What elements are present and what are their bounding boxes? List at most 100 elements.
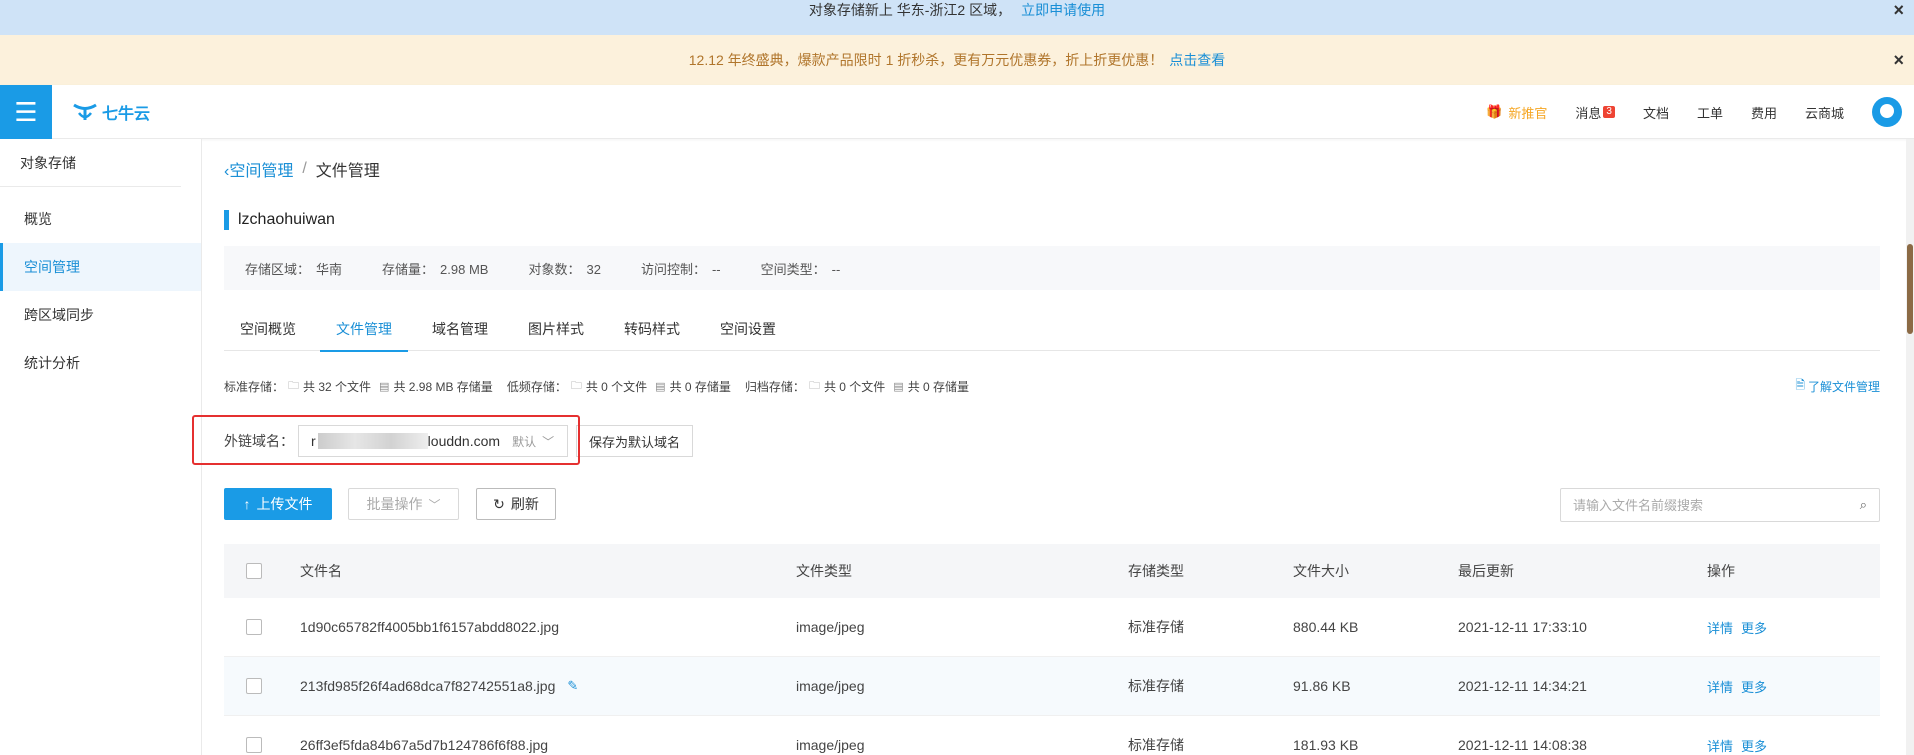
stats-infrequent: 低频存储： 🗀 共 0 个文件 ▤ 共 0 存储量 xyxy=(507,377,731,396)
info-access-control: 访问控制： -- xyxy=(641,259,721,278)
column-header-type: 文件类型 xyxy=(796,563,852,579)
info-value: -- xyxy=(831,261,841,277)
info-region: 存储区域： 华南 xyxy=(245,259,342,278)
sidebar: 对象存储 概览 空间管理 跨区域同步 统计分析 xyxy=(0,139,202,755)
more-link[interactable]: 更多 xyxy=(1741,736,1767,755)
nav-item-messages[interactable]: 消息 3 xyxy=(1575,103,1615,122)
details-link[interactable]: 详情 xyxy=(1707,736,1733,755)
tab-transcode-styles[interactable]: 转码样式 xyxy=(608,307,696,351)
stats-files: 共 32 个文件 xyxy=(303,379,372,394)
nav-item-docs[interactable]: 文档 xyxy=(1643,103,1669,122)
learn-link-label: 了解文件管理 xyxy=(1807,380,1880,394)
learn-file-management-link[interactable]: 🗎 了解文件管理 xyxy=(1795,376,1880,397)
stats-label: 低频存储： xyxy=(506,379,567,394)
search-icon[interactable]: ⌕ xyxy=(1860,497,1867,513)
table-row: 213fd985f26f4ad68dca7f82742551a8.jpg ✎ im… xyxy=(224,657,1880,716)
tab-domain-management[interactable]: 域名管理 xyxy=(416,307,504,351)
upload-label: 上传文件 xyxy=(256,496,313,512)
last-updated: 2021-12-11 17:33:10 xyxy=(1458,619,1587,635)
file-name-text: 213fd985f26f4ad68dca7f82742551a8.jpg xyxy=(300,678,556,694)
row-checkbox[interactable] xyxy=(246,737,262,753)
file-size: 880.44 KB xyxy=(1293,619,1359,635)
nav-item-label: 费用 xyxy=(1750,105,1777,121)
promo-banner: 12.12 年终盛典，爆款产品限时 1 折秒杀，更有万元优惠券，折上折更优惠！ 点… xyxy=(0,35,1914,85)
sidebar-item-cross-region-sync[interactable]: 跨区域同步 xyxy=(0,291,201,339)
file-toolbar: ↑ 上传文件 批量操作 ﹀ ↻ 刷新 ⌕ xyxy=(224,488,1880,522)
last-updated: 2021-12-11 14:08:38 xyxy=(1458,737,1587,753)
breadcrumb-back-label: 空间管理 xyxy=(229,163,294,180)
sidebar-item-bucket-management[interactable]: 空间管理 xyxy=(0,243,201,291)
info-value: 2.98 MB xyxy=(440,261,489,277)
tab-bucket-overview[interactable]: 空间概览 xyxy=(224,307,312,351)
stats-files: 共 0 个文件 xyxy=(585,379,648,394)
nav-item-tickets[interactable]: 工单 xyxy=(1697,103,1723,122)
nav-item-label: 文档 xyxy=(1642,105,1669,121)
breadcrumb-back-link[interactable]: ‹空间管理 xyxy=(224,157,293,181)
nav-item-promoter[interactable]: 🎁 新推官 xyxy=(1486,103,1547,122)
search-box: ⌕ xyxy=(1560,488,1880,522)
avatar[interactable] xyxy=(1872,97,1902,127)
qiniu-logo-icon xyxy=(73,103,97,120)
sidebar-item-statistics[interactable]: 统计分析 xyxy=(0,339,201,387)
stats-standard: 标准存储： 🗀 共 32 个文件 ▤ 共 2.98 MB 存储量 xyxy=(224,377,493,396)
refresh-label: 刷新 xyxy=(510,496,539,512)
column-header-name[interactable]: 文件名 xyxy=(300,561,796,581)
column-header-actions: 操作 xyxy=(1707,563,1735,579)
close-icon[interactable]: × xyxy=(1893,35,1904,85)
logo[interactable]: 七牛云 xyxy=(72,100,150,124)
apply-link[interactable]: 立即申请使用 xyxy=(1021,2,1105,18)
info-label: 空间类型： xyxy=(760,261,826,277)
more-link[interactable]: 更多 xyxy=(1741,618,1767,637)
select-all-checkbox[interactable] xyxy=(246,563,262,579)
info-value: 32 xyxy=(586,261,601,277)
more-link[interactable]: 更多 xyxy=(1741,677,1767,696)
upload-button[interactable]: ↑ 上传文件 xyxy=(224,488,332,520)
sidebar-title: 对象存储 xyxy=(0,139,181,187)
menu-icon[interactable]: ☰ xyxy=(0,85,52,139)
row-checkbox[interactable] xyxy=(246,678,262,694)
refresh-button[interactable]: ↻ 刷新 xyxy=(476,488,556,520)
tab-bucket-settings[interactable]: 空间设置 xyxy=(704,307,792,351)
file-name-text: 1d90c65782ff4005bb1f6157abdd8022.jpg xyxy=(300,619,559,635)
page-scrollbar[interactable] xyxy=(1906,139,1914,755)
stats-archive: 归档存储： 🗀 共 0 个文件 ▤ 共 0 存储量 xyxy=(745,377,969,396)
bucket-info-bar: 存储区域： 华南 存储量： 2.98 MB 对象数： 32 访问控制： -- 空间类型：… xyxy=(224,246,1880,290)
stats-label: 归档存储： xyxy=(744,379,805,394)
bucket-name: lzchaohuiwan xyxy=(238,211,335,228)
table-row: 1d90c65782ff4005bb1f6157abdd8022.jpg ima… xyxy=(224,598,1880,657)
info-value: 华南 xyxy=(316,261,343,277)
details-link[interactable]: 详情 xyxy=(1707,618,1733,637)
tab-image-styles[interactable]: 图片样式 xyxy=(512,307,600,351)
info-label: 存储量： xyxy=(382,261,435,277)
bucket-title: lzchaohuiwan xyxy=(224,210,335,230)
arrow-up-icon: ↑ xyxy=(243,496,251,512)
file-table: 文件名 文件类型 存储类型 文件大小 最后更新 操作 1d90c65782ff4… xyxy=(224,544,1880,755)
info-label: 存储区域： xyxy=(245,261,311,277)
file-name-text: 26ff3ef5fda84b67a5d7b124786f6f88.jpg xyxy=(300,737,549,753)
close-icon[interactable]: × xyxy=(1893,0,1904,20)
edit-icon[interactable]: ✎ xyxy=(567,678,578,694)
refresh-icon: ↻ xyxy=(493,495,505,512)
promo-link[interactable]: 点击查看 xyxy=(1169,52,1225,68)
table-header: 文件名 文件类型 存储类型 文件大小 最后更新 操作 xyxy=(224,544,1880,598)
file-type: image/jpeg xyxy=(796,619,865,635)
batch-operations-button[interactable]: 批量操作 ﹀ xyxy=(348,488,459,520)
file-type: image/jpeg xyxy=(796,737,865,753)
bucket-tabs: 空间概览 文件管理 域名管理 图片样式 转码样式 空间设置 xyxy=(224,307,1880,352)
stats-label: 标准存储： xyxy=(224,379,285,394)
sidebar-item-overview[interactable]: 概览 xyxy=(0,195,201,243)
column-header-storage-class: 存储类型 xyxy=(1128,563,1184,579)
storage-stats: 标准存储： 🗀 共 32 个文件 ▤ 共 2.98 MB 存储量 低频存储： 🗀 共 … xyxy=(224,376,1880,396)
nav-item-marketplace[interactable]: 云商城 xyxy=(1805,103,1844,122)
table-row: 26ff3ef5fda84b67a5d7b124786f6f88.jpg ima… xyxy=(224,716,1880,755)
file-size: 181.93 KB xyxy=(1293,737,1359,753)
tab-file-management[interactable]: 文件管理 xyxy=(320,307,408,352)
row-checkbox[interactable] xyxy=(246,619,262,635)
storage-icon: ▤ xyxy=(893,380,904,393)
nav-item-label: 云商城 xyxy=(1804,105,1844,121)
search-input[interactable] xyxy=(1573,497,1860,513)
nav-item-billing[interactable]: 费用 xyxy=(1751,103,1777,122)
details-link[interactable]: 详情 xyxy=(1707,677,1733,696)
scrollbar-thumb[interactable] xyxy=(1907,244,1913,334)
save-default-domain-button[interactable]: 保存为默认域名 xyxy=(576,425,694,457)
